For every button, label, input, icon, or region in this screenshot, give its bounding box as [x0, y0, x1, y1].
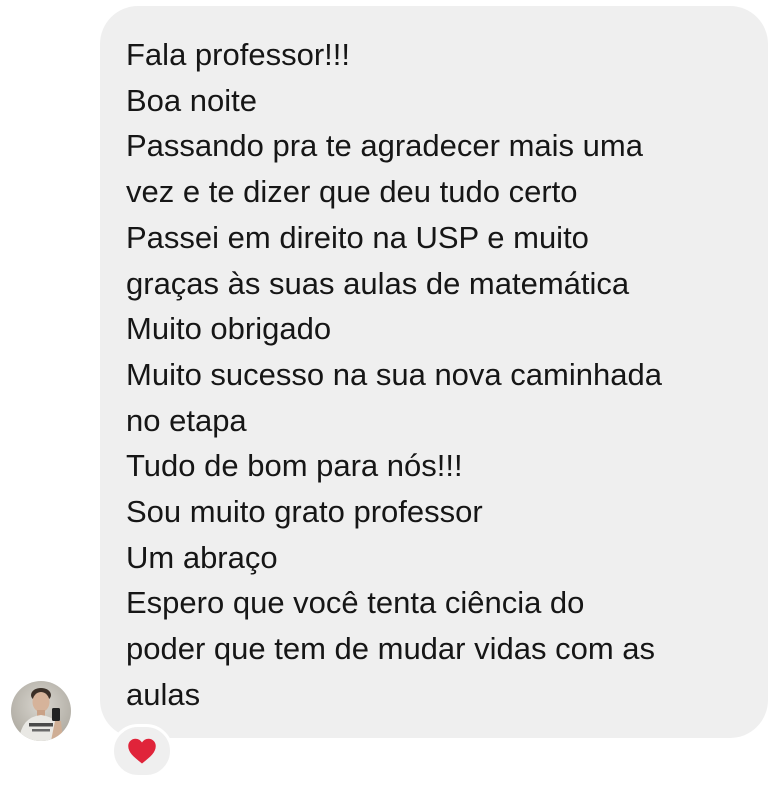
received-message-bubble[interactable]: Fala professor!!! Boa noite Passando pra… — [100, 6, 768, 738]
message-line: Muito sucesso na sua nova caminhada — [126, 356, 662, 392]
message-line: vez e te dizer que deu tudo certo — [126, 174, 578, 210]
message-line: graças às suas aulas de matemática — [126, 265, 630, 301]
message-line: no etapa — [126, 402, 247, 438]
message-line: Muito obrigado — [126, 311, 332, 347]
message-line: poder que tem de mudar vidas com as — [126, 631, 655, 667]
message-line: Tudo de bom para nós!!! — [126, 448, 463, 484]
red-heart-icon — [128, 738, 156, 764]
message-line: aulas — [126, 676, 201, 712]
profile-photo-icon — [11, 681, 71, 741]
message-line: Boa noite — [126, 82, 257, 118]
message-line: Espero que você tenta ciência do — [126, 585, 585, 621]
message-line: Um abraço — [126, 539, 278, 575]
message-line: Sou muito grato professor — [126, 494, 483, 530]
heart-reaction[interactable] — [111, 724, 173, 778]
message-line: Passando pra te agradecer mais uma — [126, 128, 643, 164]
sender-avatar[interactable] — [11, 681, 71, 741]
message-line: Passei em direito na USP e muito — [126, 219, 589, 255]
message-line: Fala professor!!! — [126, 37, 350, 72]
